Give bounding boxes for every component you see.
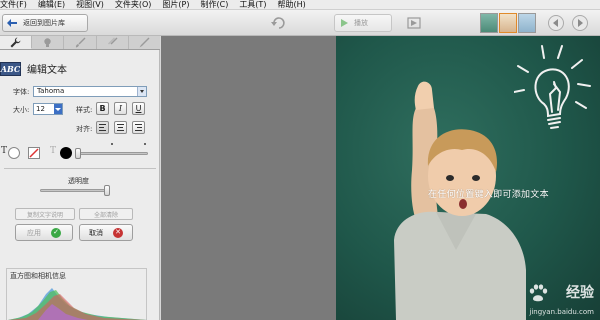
toolbar: 返回到图片库 播放 — [0, 10, 600, 36]
chalk-lightbulb-doodle — [514, 45, 591, 129]
back-button-label: 返回到图片库 — [23, 19, 65, 27]
tab-effects[interactable] — [64, 36, 97, 49]
overlay-placeholder-text[interactable]: 在任何位置键入即可添加文本 — [428, 187, 549, 200]
cancel-label: 取消 — [89, 228, 103, 237]
edit-panel: ABC 编辑文本 字体: Tahoma 大小: 12 样式: B I U 对齐:… — [0, 36, 160, 320]
underline-button[interactable]: U — [132, 102, 145, 115]
thumbnail-current[interactable] — [499, 13, 517, 33]
copy-text-button[interactable]: 复制文字说明 — [15, 208, 75, 220]
clear-all-button[interactable]: 全部清除 — [79, 208, 133, 220]
align-center-button[interactable] — [114, 121, 127, 134]
panel-title: 编辑文本 — [27, 65, 67, 76]
apply-label: 应用 — [27, 228, 41, 237]
brush-icon — [75, 37, 85, 48]
font-label: 字体: — [13, 88, 30, 96]
text-color-icon: T — [1, 146, 8, 156]
wrench-icon — [10, 37, 21, 47]
menu-folder[interactable]: 文件夹(O) — [111, 0, 159, 10]
tab-effects-3[interactable] — [129, 36, 160, 49]
no-fill-button[interactable] — [28, 147, 40, 159]
watermark-text: 经验 — [566, 285, 594, 301]
photo[interactable]: 在任何位置键入即可添加文本 经验 jingyan.baidu.com — [336, 36, 600, 320]
edit-tabs — [0, 36, 160, 50]
tab-tuning[interactable] — [32, 36, 65, 49]
apply-button[interactable]: 应用 ✓ — [15, 224, 73, 241]
play-button[interactable]: 播放 — [334, 14, 392, 32]
menu-edit[interactable]: 编辑(E) — [34, 0, 72, 10]
background-color-icon: T — [50, 146, 57, 156]
menu-file[interactable]: 文件(F) — [0, 0, 34, 10]
font-value: Tahoma — [37, 87, 65, 95]
size-value: 12 — [36, 105, 45, 113]
baidu-paw-icon — [528, 284, 548, 302]
lightbulb-icon — [44, 38, 51, 47]
checkmark-icon: ✓ — [51, 227, 61, 238]
panel-heading: ABC 编辑文本 — [0, 61, 67, 76]
size-select[interactable]: 12 — [33, 103, 63, 115]
play-label: 播放 — [354, 19, 368, 27]
close-icon: ✕ — [113, 227, 123, 238]
chevron-down-icon — [137, 87, 146, 96]
bold-button[interactable]: B — [96, 102, 109, 115]
font-select[interactable]: Tahoma — [33, 86, 147, 97]
cancel-button[interactable]: 取消 ✕ — [79, 224, 133, 241]
opacity-slider-thumb[interactable] — [104, 185, 110, 196]
thumbnail-previous[interactable] — [480, 13, 498, 33]
slider-tick — [144, 143, 146, 145]
text-color-swatch[interactable] — [8, 147, 20, 159]
child-figure — [394, 81, 526, 320]
thumbnail-next[interactable] — [518, 13, 536, 33]
background-color-swatch[interactable] — [60, 147, 72, 159]
slider-tick — [111, 143, 113, 145]
menu-create[interactable]: 制作(C) — [196, 0, 235, 10]
align-right-button[interactable] — [132, 121, 145, 134]
pen-icon — [139, 37, 150, 48]
histogram-panel: 直方图和相机信息 — [6, 268, 147, 320]
style-label: 样式: — [76, 106, 93, 114]
watermark-url: jingyan.baidu.com — [529, 308, 594, 316]
rotate-left-icon[interactable] — [270, 16, 286, 30]
italic-button[interactable]: I — [114, 102, 127, 115]
brush-double-icon — [107, 37, 118, 45]
tab-basic-fixes[interactable] — [0, 36, 33, 49]
size-chevron-icon — [54, 104, 62, 114]
size-label: 大小: — [13, 106, 30, 114]
menu-tools[interactable]: 工具(T) — [235, 0, 273, 10]
image-canvas: 在任何位置键入即可添加文本 经验 jingyan.baidu.com — [161, 36, 600, 320]
menu-help[interactable]: 帮助(H) — [273, 0, 312, 10]
opacity-label: 透明度 — [68, 177, 89, 185]
background-opacity-thumb[interactable] — [75, 148, 81, 159]
menu-bar: 文件(F) 编辑(E) 视图(V) 文件夹(O) 图片(P) 制作(C) 工具(… — [0, 0, 600, 10]
align-left-button[interactable] — [96, 121, 109, 134]
background-opacity-track[interactable] — [78, 152, 148, 155]
next-arrow-icon[interactable] — [572, 15, 588, 31]
align-label: 对齐: — [76, 125, 93, 133]
text-abc-icon: ABC — [0, 61, 21, 76]
menu-picture[interactable]: 图片(P) — [158, 0, 196, 10]
back-arrow-icon — [7, 19, 17, 27]
menu-view[interactable]: 视图(V) — [72, 0, 111, 10]
previous-arrow-icon[interactable] — [548, 15, 564, 31]
divider — [4, 168, 156, 169]
histogram-graph — [8, 288, 147, 320]
tab-effects-2[interactable] — [97, 36, 129, 49]
play-icon — [341, 19, 348, 27]
back-to-library-button[interactable]: 返回到图片库 — [2, 14, 88, 32]
slideshow-settings-icon[interactable] — [406, 16, 422, 30]
opacity-slider-track[interactable] — [40, 189, 110, 192]
